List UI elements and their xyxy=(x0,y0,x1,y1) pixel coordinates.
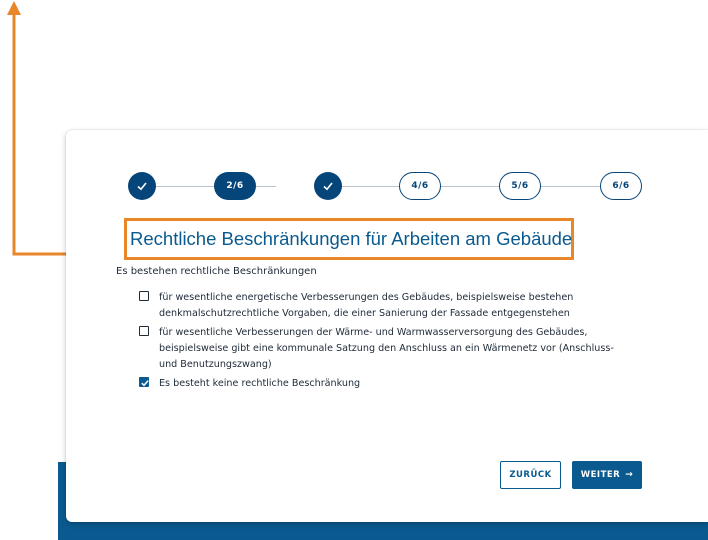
checkbox[interactable] xyxy=(139,326,149,336)
step-2[interactable]: 2/6 xyxy=(214,172,256,200)
form-card: 2/6 4/6 5/6 6/6 Rechtliche Beschränkunge… xyxy=(66,130,708,522)
option-label: für wesentliche energetische Verbesserun… xyxy=(159,292,574,319)
step-6[interactable]: 6/6 xyxy=(600,172,642,200)
question-label: Es bestehen rechtliche Beschränkungen xyxy=(116,266,317,277)
step-3[interactable] xyxy=(314,172,342,200)
back-button-label: ZURÜCK xyxy=(509,470,552,480)
check-icon xyxy=(323,182,333,191)
next-button[interactable]: WEITER → xyxy=(572,461,642,489)
check-icon xyxy=(137,182,147,191)
step-1[interactable] xyxy=(128,172,156,200)
step-connector xyxy=(441,186,499,187)
step-label: 5/6 xyxy=(511,181,529,191)
step-label: 4/6 xyxy=(411,181,429,191)
checkbox[interactable] xyxy=(139,291,149,301)
step-connector xyxy=(539,186,599,187)
step-5[interactable]: 5/6 xyxy=(499,172,541,200)
progress-stepper: 2/6 4/6 5/6 6/6 xyxy=(128,172,642,200)
back-button[interactable]: ZURÜCK xyxy=(500,461,561,489)
checkbox-checked[interactable] xyxy=(139,377,149,387)
option-label: Es besteht keine rechtliche Beschränkung xyxy=(159,378,361,389)
step-4[interactable]: 4/6 xyxy=(399,172,441,200)
arrow-right-icon: → xyxy=(625,470,634,480)
option-label: für wesentliche Verbesserungen der Wärme… xyxy=(159,327,614,370)
step-label: 2/6 xyxy=(226,181,244,191)
page-title-text: Rechtliche Beschränkungen für Arbeiten a… xyxy=(130,228,573,249)
step-label: 6/6 xyxy=(612,181,630,191)
next-button-label: WEITER xyxy=(580,470,621,480)
page-title: Rechtliche Beschränkungen für Arbeiten a… xyxy=(124,218,574,260)
check-icon xyxy=(141,380,149,387)
